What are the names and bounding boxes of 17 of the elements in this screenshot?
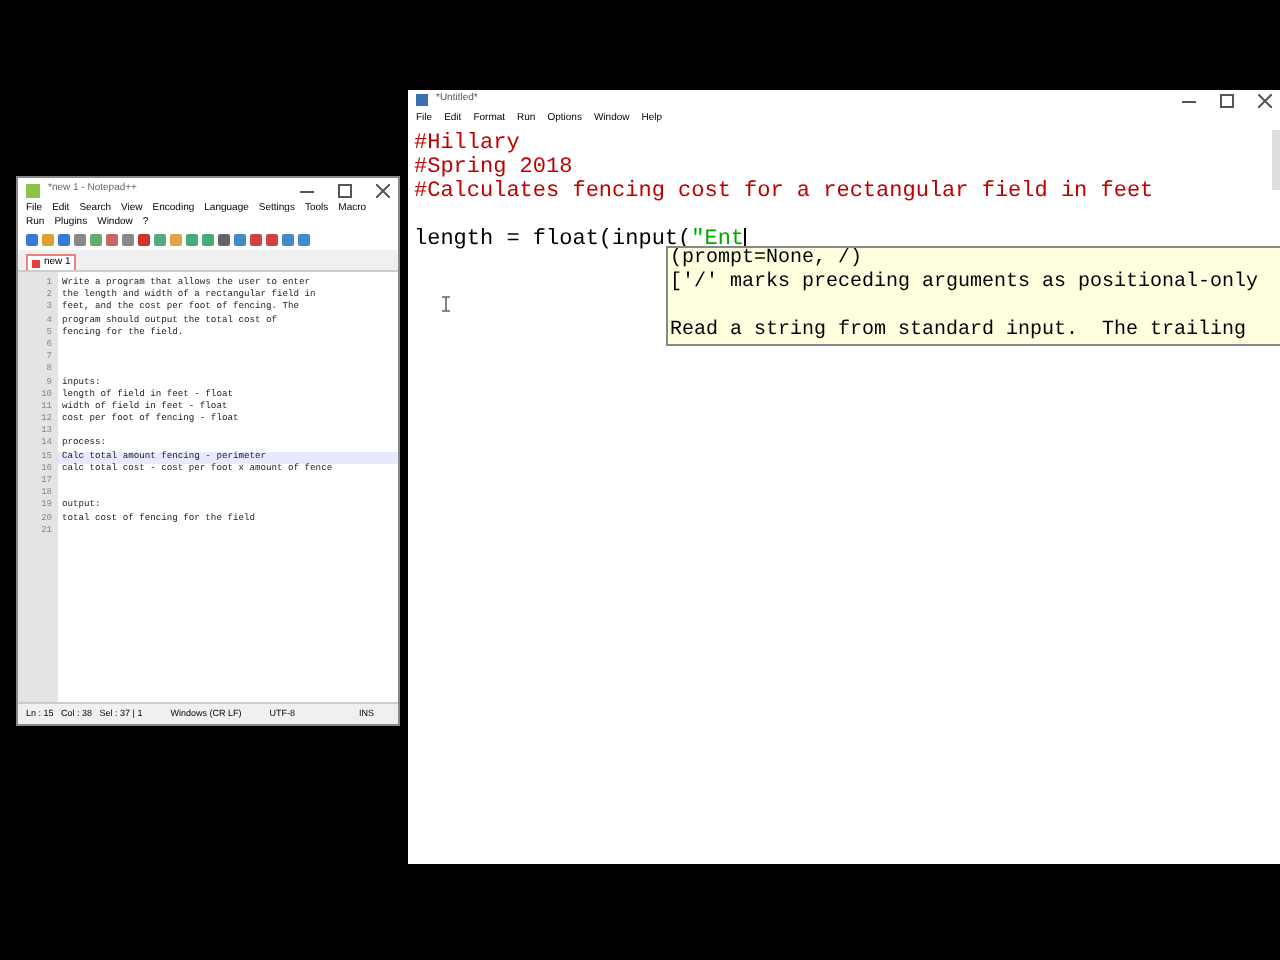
file-icon bbox=[32, 259, 40, 267]
code-text: "Ent bbox=[691, 228, 745, 252]
calltip-text: (prompt=None, /) bbox=[670, 248, 865, 271]
i-beam-cursor-icon bbox=[442, 296, 450, 312]
calltip-text: ['/' marks preceding arguments as positional-only bbox=[670, 272, 1261, 296]
calltip-text: Read a string from standard input. The trailing bbox=[670, 320, 1249, 344]
scrollbar bbox=[1272, 130, 1280, 190]
close-icon[interactable] bbox=[1258, 93, 1272, 107]
code-text: #Hillary bbox=[414, 132, 520, 156]
code-text: length = float(input( bbox=[414, 228, 692, 252]
code-text: #Calculates fencing cost for a rectangular field in feet bbox=[414, 180, 1154, 204]
maximize-icon[interactable] bbox=[338, 183, 352, 197]
code-text: #Spring 2018 bbox=[414, 156, 573, 180]
app-icon bbox=[26, 183, 40, 197]
maximize-icon[interactable] bbox=[1220, 93, 1234, 107]
app-icon bbox=[416, 94, 428, 106]
close-icon[interactable] bbox=[376, 183, 390, 197]
